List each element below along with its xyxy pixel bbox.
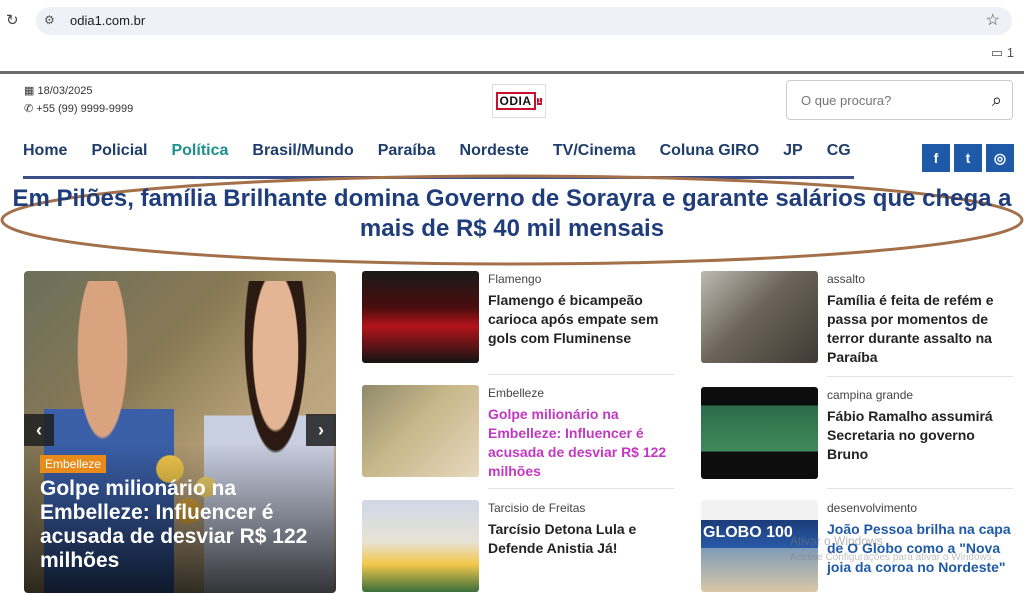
windows-activation-watermark: Ativar o Windows [790, 534, 883, 548]
whatsapp-icon: ✆ [24, 103, 34, 115]
article-thumbnail[interactable] [701, 271, 818, 363]
folder-icon[interactable]: ▭ 1 [991, 45, 1014, 61]
article-category[interactable]: campina grande [827, 388, 913, 402]
slide-category-badge[interactable]: Embelleze [40, 455, 107, 473]
browser-chrome: ↻ ⚙ odia1.com.br ☆ ▭ 1 [0, 0, 1024, 74]
article-category[interactable]: Tarcisio de Freitas [488, 501, 585, 515]
nav-item-coluna-giro[interactable]: Coluna GIRO [660, 142, 760, 170]
list-item[interactable]: Tarcisio de Freitas Tarcísio Detona Lula… [362, 500, 674, 592]
nav-item-paraiba[interactable]: Paraíba [378, 142, 436, 170]
social-links: f t ◎ [922, 144, 1014, 172]
article-title[interactable]: Família é feita de refém e passa por mom… [827, 291, 1013, 367]
twitter-icon[interactable]: t [954, 144, 982, 172]
list-item[interactable]: campina grande Fábio Ramalho assumirá Se… [701, 387, 1013, 479]
article-category[interactable]: Flamengo [488, 272, 541, 286]
nav-item-policial[interactable]: Policial [91, 142, 147, 170]
site-logo[interactable]: ODIA 1 [492, 84, 546, 118]
nav-item-nordeste[interactable]: Nordeste [460, 142, 529, 170]
date-line: ▦ 18/03/2025 [24, 84, 93, 97]
windows-activation-subtext: Acesse Configurações para ativar o Windo… [790, 552, 995, 563]
calendar-icon: ▦ [24, 85, 35, 97]
article-title[interactable]: Flamengo é bicampeão carioca após empate… [488, 291, 674, 348]
article-divider [488, 374, 674, 375]
list-item[interactable]: Flamengo Flamengo é bicampeão carioca ap… [362, 271, 674, 363]
site-page: ▦ 18/03/2025 ✆ +55 (99) 9999-9999 ODIA 1 … [0, 74, 1024, 595]
nav-item-jp[interactable]: JP [783, 142, 803, 170]
featured-slider[interactable]: ‹ › Embelleze Golpe milionário na Embell… [24, 271, 336, 593]
article-category[interactable]: Embelleze [488, 386, 544, 400]
logo-sup: 1 [536, 97, 543, 105]
instagram-icon[interactable]: ◎ [986, 144, 1014, 172]
search-icon[interactable]: ⌕ [992, 90, 1002, 111]
header-phone: +55 (99) 9999-9999 [36, 103, 134, 115]
article-category[interactable]: assalto [827, 272, 865, 286]
article-thumbnail[interactable] [362, 271, 479, 363]
logo-text: ODIA [495, 92, 536, 110]
nav-item-tv-cinema[interactable]: TV/Cinema [553, 142, 636, 170]
list-item[interactable]: Embelleze Golpe milionário na Embelleze:… [362, 385, 674, 479]
search-input[interactable] [787, 81, 977, 119]
main-nav: Home Policial Política Brasil/Mundo Para… [23, 142, 875, 170]
search-box: ⌕ [786, 80, 1013, 120]
phone-line: ✆ +55 (99) 9999-9999 [24, 102, 133, 115]
slider-next-button[interactable]: › [306, 414, 336, 446]
slider-prev-button[interactable]: ‹ [24, 414, 54, 446]
address-bar[interactable]: ⚙ odia1.com.br ☆ [36, 7, 1012, 35]
article-thumbnail[interactable] [362, 385, 479, 477]
thumbnail-text: GLOBO 100 [703, 524, 793, 541]
article-category[interactable]: desenvolvimento [827, 501, 917, 515]
article-divider [488, 488, 674, 489]
site-settings-icon[interactable]: ⚙ [44, 13, 55, 27]
nav-item-cg[interactable]: CG [827, 142, 851, 170]
article-title[interactable]: João Pessoa brilha na capa de O Globo co… [827, 520, 1013, 577]
reload-icon[interactable]: ↻ [6, 11, 19, 29]
facebook-icon[interactable]: f [922, 144, 950, 172]
header-date: 18/03/2025 [37, 85, 93, 97]
list-item[interactable]: assalto Família é feita de refém e passa… [701, 271, 1013, 365]
nav-item-home[interactable]: Home [23, 142, 67, 170]
article-title[interactable]: Fábio Ramalho assumirá Secretaria no gov… [827, 407, 1013, 464]
headline-link[interactable]: Em Pilões, família Brilhante domina Gove… [10, 184, 1014, 244]
nav-item-brasil-mundo[interactable]: Brasil/Mundo [252, 142, 353, 170]
article-divider [827, 488, 1013, 489]
nav-item-politica[interactable]: Política [171, 142, 228, 170]
article-thumbnail[interactable] [362, 500, 479, 592]
article-divider [827, 376, 1013, 377]
url-text[interactable]: odia1.com.br [70, 13, 145, 28]
article-title[interactable]: Tarcísio Detona Lula e Defende Anistia J… [488, 520, 674, 558]
star-icon[interactable]: ☆ [986, 10, 1000, 30]
article-thumbnail[interactable] [701, 387, 818, 479]
slide-title[interactable]: Golpe milionário na Embelleze: Influence… [40, 477, 320, 573]
article-title[interactable]: Golpe milionário na Embelleze: Influence… [488, 405, 674, 481]
